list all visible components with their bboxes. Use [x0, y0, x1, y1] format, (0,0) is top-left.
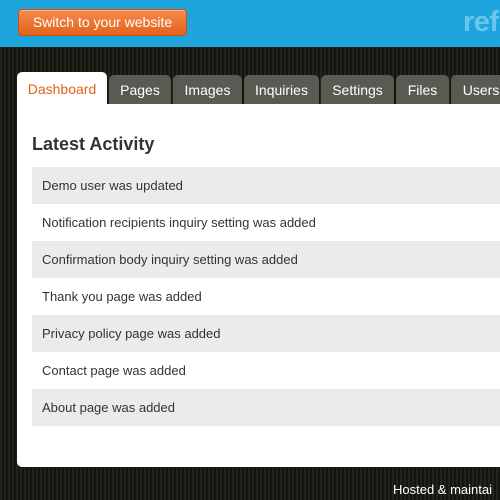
activity-item: Privacy policy page was added: [32, 315, 500, 352]
tab-inquiries[interactable]: Inquiries: [244, 75, 319, 106]
activity-item: About page was added: [32, 389, 500, 426]
activity-item: Confirmation body inquiry setting was ad…: [32, 241, 500, 278]
latest-activity-heading: Latest Activity: [32, 134, 155, 154]
dashboard-panel: Latest Activity Demo user was updated No…: [17, 104, 500, 467]
activity-item: Thank you page was added: [42, 289, 202, 304]
switch-to-website-button[interactable]: Switch to your website: [18, 9, 187, 36]
tab-dashboard[interactable]: Dashboard: [17, 72, 107, 108]
top-bar: Switch to your website refi: [0, 0, 500, 47]
tab-pages[interactable]: Pages: [109, 75, 171, 106]
activity-item: Demo user was updated: [32, 167, 500, 204]
activity-item: Notification recipients inquiry setting …: [42, 215, 316, 230]
refinery-logo[interactable]: refi: [463, 6, 500, 39]
tab-settings[interactable]: Settings: [321, 75, 394, 106]
tab-users[interactable]: Users: [451, 75, 500, 106]
activity-item: Contact page was added: [42, 363, 186, 378]
footer-hosted-text: Hosted & maintai: [393, 482, 492, 497]
activity-list: Demo user was updated Notification recip…: [32, 167, 500, 426]
tab-files[interactable]: Files: [396, 75, 449, 106]
tab-images[interactable]: Images: [173, 75, 242, 106]
